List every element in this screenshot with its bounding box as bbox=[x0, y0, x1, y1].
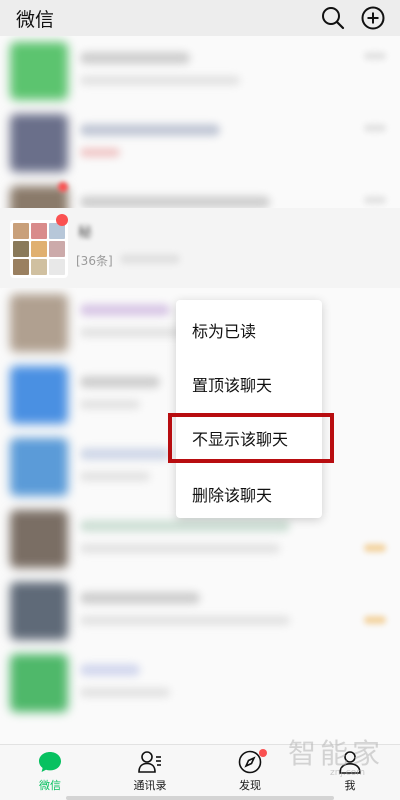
tab-label: 我 bbox=[344, 779, 356, 792]
top-bar: 微信 bbox=[0, 0, 400, 36]
chat-row[interactable] bbox=[0, 36, 400, 108]
tab-contacts[interactable]: 通讯录 bbox=[115, 749, 185, 799]
chat-row[interactable] bbox=[0, 576, 400, 648]
group-chat-name: 秘 bbox=[78, 225, 92, 241]
context-menu: 标为已读 置顶该聊天 不显示该聊天 删除该聊天 bbox=[176, 300, 322, 518]
tab-label: 通讯录 bbox=[133, 779, 167, 792]
tab-label: 发现 bbox=[239, 779, 261, 792]
menu-item-delete-chat[interactable]: 删除该聊天 bbox=[176, 470, 322, 522]
chat-row[interactable] bbox=[0, 108, 400, 180]
chat-bubble-icon bbox=[39, 752, 61, 772]
avatar bbox=[10, 294, 68, 352]
avatar bbox=[10, 654, 68, 712]
tab-discover[interactable]: 发现 bbox=[215, 749, 285, 799]
avatar bbox=[10, 510, 68, 568]
home-indicator bbox=[66, 796, 334, 800]
chat-row[interactable] bbox=[0, 648, 400, 720]
plus-circle-icon[interactable] bbox=[360, 5, 386, 31]
unread-badge bbox=[56, 214, 68, 226]
tab-chats[interactable]: 微信 bbox=[15, 749, 85, 799]
avatar bbox=[10, 114, 68, 172]
page-title: 微信 bbox=[16, 9, 55, 31]
avatar bbox=[10, 366, 68, 424]
menu-item-mark-read[interactable]: 标为已读 bbox=[176, 306, 322, 358]
group-avatar bbox=[10, 220, 68, 278]
avatar bbox=[10, 582, 68, 640]
contacts-icon bbox=[138, 751, 161, 773]
message-count: [36条] bbox=[76, 254, 113, 268]
search-icon[interactable] bbox=[320, 5, 346, 31]
group-chat-row[interactable]: 秘 [36条] bbox=[0, 208, 400, 288]
avatar bbox=[10, 42, 68, 100]
watermark-text: 智能家 bbox=[288, 737, 385, 770]
highlight-box bbox=[168, 413, 334, 463]
menu-item-pin-chat[interactable]: 置顶该聊天 bbox=[176, 360, 322, 412]
notification-dot bbox=[259, 749, 267, 757]
watermark-url: znj.com bbox=[330, 768, 366, 778]
tab-label: 微信 bbox=[39, 779, 61, 792]
avatar bbox=[10, 438, 68, 496]
